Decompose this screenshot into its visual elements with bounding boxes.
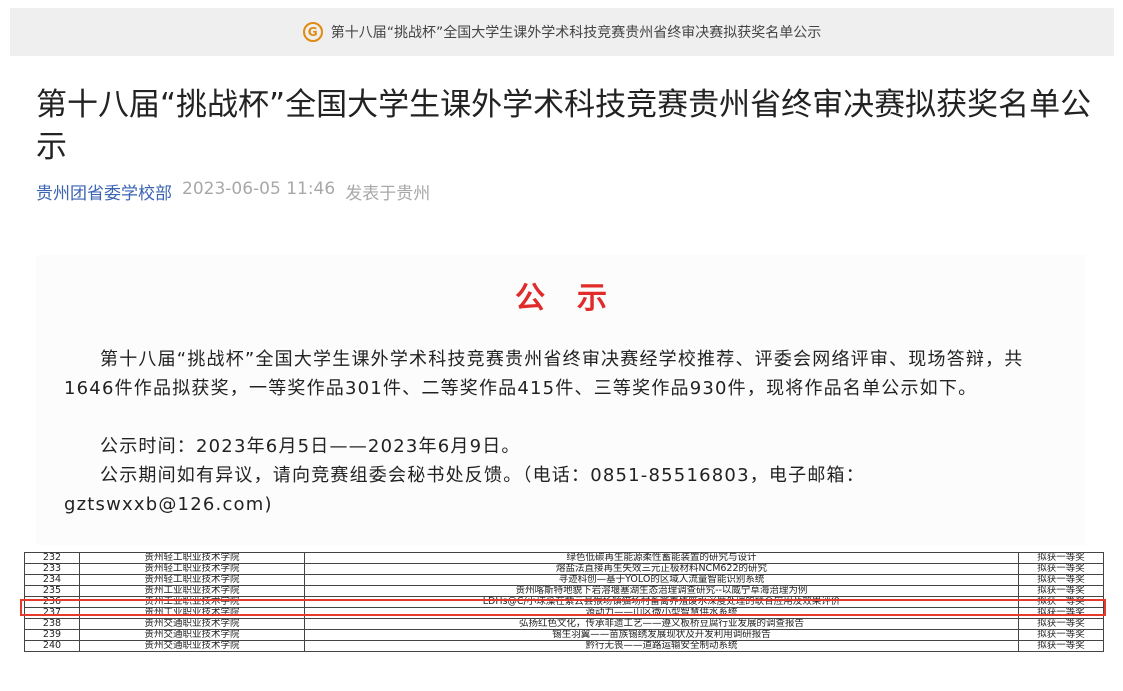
- award-cell: 拟获一等奖: [1018, 640, 1104, 652]
- award-table-image: 232 贵州轻工职业技术学院 绿色低碳再生能源柔性蓄能装置的研究与设计 拟获一等奖 23…: [24, 552, 1104, 682]
- top-title-bar: G 第十八届“挑战杯”全国大学生课外学术科技竞赛贵州省终审决赛拟获奖名单公示: [10, 8, 1114, 56]
- school-cell: 贵州交通职业技术学院: [79, 629, 305, 641]
- highlight-box: [20, 599, 1106, 616]
- row-number: 234: [24, 574, 80, 586]
- row-number: 232: [24, 552, 80, 564]
- award-cell: 拟获一等奖: [1018, 629, 1104, 641]
- publish-location: 发表于贵州: [345, 184, 431, 204]
- table-row: 235 贵州工业职业技术学院 贵州喀斯特地貌下岩溶堰塞湖生态治理调查研究--以威宁草…: [24, 585, 1104, 597]
- award-cell: 拟获一等奖: [1018, 618, 1104, 630]
- school-cell: 贵州轻工职业技术学院: [79, 574, 305, 586]
- table-row: 240 贵州交通职业技术学院 黔行无畏——道路运输安全制动系统 拟获一等奖: [24, 640, 1104, 652]
- table-row: 239 贵州交通职业技术学院 锡生羽翼——苗族锡绣发展现状及开发利用调研报告 拟获一等…: [24, 629, 1104, 641]
- table-row: 232 贵州轻工职业技术学院 绿色低碳再生能源柔性蓄能装置的研究与设计 拟获一等奖: [24, 552, 1104, 564]
- project-cell: 贵州喀斯特地貌下岩溶堰塞湖生态治理调查研究--以威宁草海治理为例: [304, 585, 1019, 597]
- school-cell: 贵州交通职业技术学院: [79, 618, 305, 630]
- project-cell: 绿色低碳再生能源柔性蓄能装置的研究与设计: [304, 552, 1019, 564]
- notice-paragraph-period: 公示时间：2023年6月5日——2023年6月9日。: [100, 436, 521, 457]
- table-row: 238 贵州交通职业技术学院 弘扬红色文化，传承非遗工艺——遵义板桥豆腐行业发展的调…: [24, 618, 1104, 630]
- notice-heading: 公示: [515, 281, 639, 316]
- notice-image: 公示 第十八届“挑战杯”全国大学生课外学术科技竞赛贵州省终审决赛经学校推荐、评委…: [36, 255, 1086, 545]
- school-cell: 贵州交通职业技术学院: [79, 640, 305, 652]
- award-cell: 拟获一等奖: [1018, 585, 1104, 597]
- notice-paragraph-intro: 第十八届“挑战杯”全国大学生课外学术科技竞赛贵州省终审决赛经学校推荐、评委会网络…: [64, 349, 1024, 399]
- school-cell: 贵州轻工职业技术学院: [79, 563, 305, 575]
- project-cell: 锡生羽翼——苗族锡绣发展现状及开发利用调研报告: [304, 629, 1019, 641]
- project-cell: 黔行无畏——道路运输安全制动系统: [304, 640, 1019, 652]
- row-number: 233: [24, 563, 80, 575]
- award-cell: 拟获一等奖: [1018, 563, 1104, 575]
- award-cell: 拟获一等奖: [1018, 552, 1104, 564]
- article-meta: 贵州团省委学校部 2023-06-05 11:46 发表于贵州: [36, 179, 430, 204]
- project-cell: 熔盐法直接再生失效三元正极材料NCM622的研究: [304, 563, 1019, 575]
- project-cell: 弘扬红色文化，传承非遗工艺——遵义板桥豆腐行业发展的调查报告: [304, 618, 1019, 630]
- publish-time: 2023-06-05 11:46: [182, 179, 336, 199]
- school-cell: 贵州工业职业技术学院: [79, 585, 305, 597]
- award-cell: 拟获一等奖: [1018, 574, 1104, 586]
- site-logo-icon: G: [302, 22, 323, 42]
- row-number: 239: [24, 629, 80, 641]
- row-number: 240: [24, 640, 80, 652]
- table-row: 234 贵州轻工职业技术学院 寻迹科创—基于YOLO的区域人流量智能识别系统 拟获一等…: [24, 574, 1104, 586]
- notice-paragraph-contact: 公示期间如有异议，请向竞赛组委会秘书处反馈。（电话：0851-85516803，…: [64, 465, 865, 515]
- article-title: 第十八届“挑战杯”全国大学生课外学术科技竞赛贵州省终审决赛拟获奖名单公示: [36, 87, 1092, 165]
- top-bar-title: 第十八届“挑战杯”全国大学生课外学术科技竞赛贵州省终审决赛拟获奖名单公示: [330, 25, 822, 41]
- author-link[interactable]: 贵州团省委学校部: [36, 179, 172, 204]
- project-cell: 寻迹科创—基于YOLO的区域人流量智能识别系统: [304, 574, 1019, 586]
- school-cell: 贵州轻工职业技术学院: [79, 552, 305, 564]
- table-row: 233 贵州轻工职业技术学院 熔盐法直接再生失效三元正极材料NCM622的研究 拟获一…: [24, 563, 1104, 575]
- row-number: 235: [24, 585, 80, 597]
- row-number: 238: [24, 618, 80, 630]
